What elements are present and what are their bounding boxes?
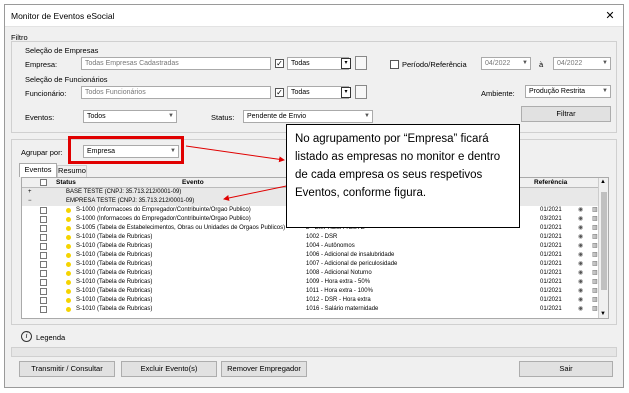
callout-note: No agrupamento por “Empresa” ficará list… bbox=[286, 124, 520, 228]
arrow-to-callout bbox=[185, 145, 285, 163]
